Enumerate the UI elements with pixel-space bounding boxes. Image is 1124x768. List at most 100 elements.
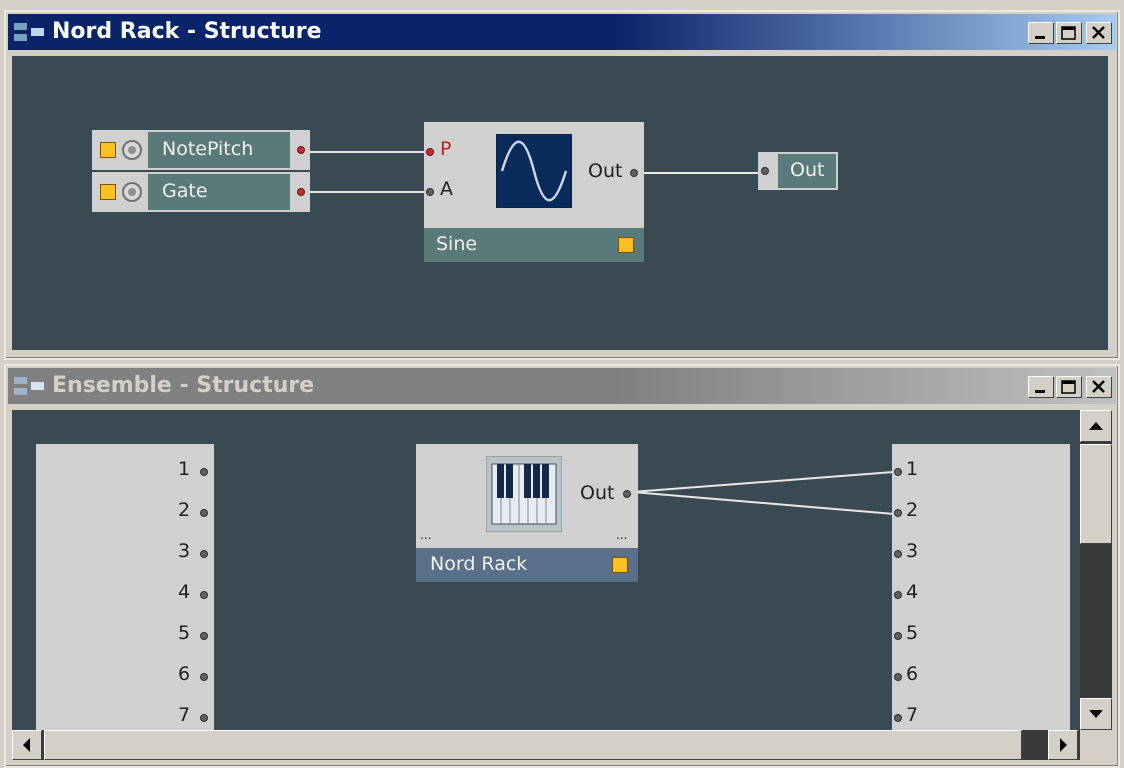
minimize-icon [1035, 390, 1045, 393]
output-port[interactable] [894, 632, 902, 640]
nord-rack-name-label: Nord Rack [430, 553, 528, 575]
scroll-up-button[interactable] [1080, 410, 1112, 442]
scroll-right-button[interactable] [1048, 730, 1078, 760]
nord-rack-out-label: Out [580, 482, 615, 504]
scroll-down-icon [1089, 710, 1103, 718]
gate-module[interactable]: Gate [92, 172, 310, 212]
sine-oscillator-module[interactable]: P A Out Sine [424, 122, 644, 262]
out-input-port[interactable] [761, 167, 769, 175]
out-label-tag: Out [778, 154, 836, 188]
out-module[interactable]: Out [758, 152, 838, 190]
maximize-button[interactable] [1056, 22, 1082, 44]
horizontal-scrollbar[interactable] [12, 730, 1080, 760]
scroll-right-icon [1060, 738, 1067, 752]
out-label: Out [790, 159, 825, 181]
ensemble-output-panel[interactable]: 1 2 3 4 5 6 7 [892, 444, 1070, 730]
nord-rack-out-port[interactable] [623, 490, 631, 498]
sine-name-label: Sine [436, 233, 478, 255]
gate-label: Gate [162, 180, 208, 202]
ensemble-input-panel[interactable]: 1 2 3 4 5 6 7 [36, 444, 214, 730]
output-port-label: 2 [906, 499, 919, 521]
output-port[interactable] [894, 509, 902, 517]
gate-label-tag: Gate [148, 174, 290, 210]
nord-rack-name-tag: Nord Rack [416, 548, 638, 582]
notepitch-label: NotePitch [162, 138, 254, 160]
ensemble-window-title: Ensemble - Structure [52, 373, 315, 398]
scroll-left-icon [23, 738, 30, 752]
input-port[interactable] [200, 632, 208, 640]
minimize-button[interactable] [1028, 376, 1054, 398]
sine-name-tag: Sine [424, 228, 644, 262]
sine-led-icon [618, 237, 634, 253]
output-port-label: 7 [906, 704, 919, 726]
nord-rack-title-bar[interactable]: Nord Rack - Structure [8, 14, 1116, 50]
horizontal-scroll-thumb[interactable] [44, 730, 1022, 760]
nord-rack-structure-window: Nord Rack - Structure NotePitch Gate P A… [4, 10, 1120, 360]
piano-icon [486, 456, 562, 532]
input-port-label: 4 [178, 581, 191, 603]
sine-a-input-port[interactable] [426, 188, 434, 196]
close-icon [1092, 26, 1105, 39]
input-port-label: 5 [178, 622, 191, 644]
maximize-icon [1061, 26, 1076, 40]
sine-p-port-label: P [440, 138, 452, 160]
minimize-icon [1035, 36, 1045, 39]
sine-a-port-label: A [440, 178, 453, 200]
output-port[interactable] [894, 714, 902, 722]
midi-icon [122, 182, 142, 202]
structure-icon [14, 377, 44, 395]
scroll-up-icon [1089, 422, 1103, 430]
nord-rack-dots-right: ... [616, 528, 628, 542]
vertical-scroll-thumb[interactable] [1080, 444, 1112, 544]
output-port-label: 6 [906, 663, 919, 685]
close-button[interactable] [1086, 376, 1112, 398]
notepitch-led-icon [100, 142, 116, 158]
input-port-label: 1 [178, 458, 191, 480]
nord-rack-led-icon [612, 557, 628, 573]
input-port[interactable] [200, 468, 208, 476]
scrollbar-corner [1080, 730, 1112, 760]
vertical-scrollbar[interactable] [1080, 410, 1112, 730]
sine-wave-icon [496, 134, 572, 208]
sine-out-port-label: Out [588, 160, 623, 182]
nord-rack-window-title: Nord Rack - Structure [52, 19, 322, 44]
input-port[interactable] [200, 509, 208, 517]
input-port-label: 2 [178, 499, 191, 521]
close-icon [1092, 380, 1105, 393]
notepitch-module[interactable]: NotePitch [92, 130, 310, 170]
output-port[interactable] [894, 591, 902, 599]
notepitch-label-tag: NotePitch [148, 132, 290, 168]
notepitch-output-port[interactable] [297, 146, 305, 154]
nord-rack-canvas[interactable]: NotePitch Gate P A Out Sine Out [12, 56, 1108, 350]
nord-rack-dots-left: ... [420, 528, 432, 542]
input-port[interactable] [200, 673, 208, 681]
close-button[interactable] [1086, 22, 1112, 44]
ensemble-structure-window: Ensemble - Structure 1 2 3 4 5 6 7 Out .… [4, 364, 1120, 768]
gate-led-icon [100, 184, 116, 200]
output-port[interactable] [894, 468, 902, 476]
maximize-button[interactable] [1056, 376, 1082, 398]
output-port-label: 5 [906, 622, 919, 644]
scroll-down-button[interactable] [1080, 698, 1112, 730]
sine-p-input-port[interactable] [426, 148, 434, 156]
output-port-label: 1 [906, 458, 919, 480]
input-port-label: 3 [178, 540, 191, 562]
output-port[interactable] [894, 673, 902, 681]
input-port[interactable] [200, 714, 208, 722]
ensemble-canvas[interactable]: 1 2 3 4 5 6 7 Out ... ... Nord Rack 1 2 … [12, 410, 1080, 730]
gate-output-port[interactable] [297, 188, 305, 196]
sine-out-port[interactable] [630, 169, 638, 177]
output-port[interactable] [894, 550, 902, 558]
ensemble-title-bar[interactable]: Ensemble - Structure [8, 368, 1116, 404]
output-port-label: 4 [906, 581, 919, 603]
minimize-button[interactable] [1028, 22, 1054, 44]
input-port[interactable] [200, 591, 208, 599]
structure-icon [14, 23, 44, 41]
output-port-label: 3 [906, 540, 919, 562]
midi-icon [122, 140, 142, 160]
scroll-left-button[interactable] [12, 730, 42, 760]
nord-rack-module[interactable]: Out ... ... Nord Rack [416, 444, 638, 582]
input-port-label: 6 [178, 663, 191, 685]
input-port[interactable] [200, 550, 208, 558]
maximize-icon [1061, 380, 1076, 394]
